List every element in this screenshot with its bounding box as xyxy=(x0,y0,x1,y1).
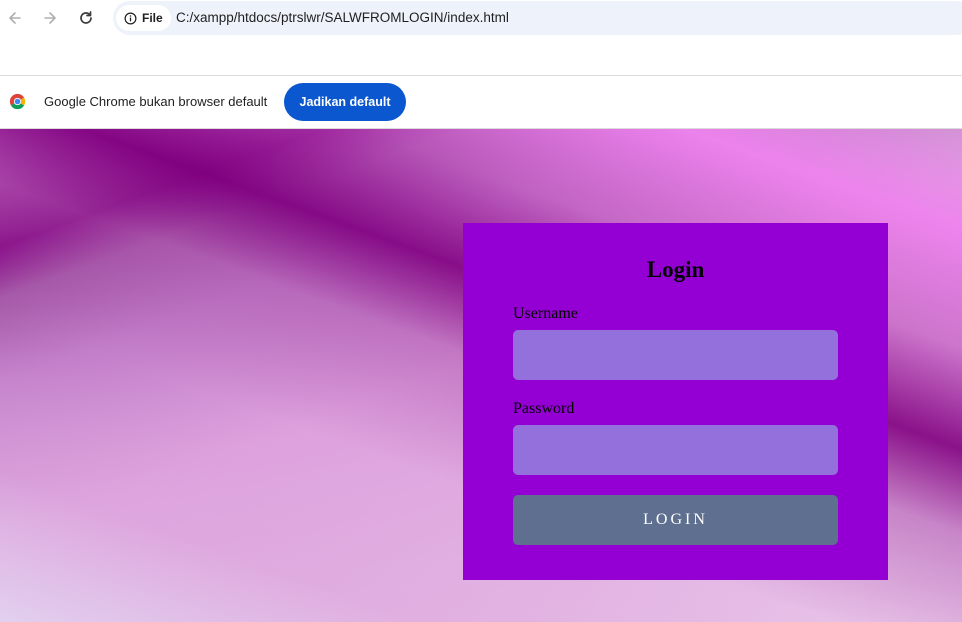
default-browser-infobar: Google Chrome bukan browser default Jadi… xyxy=(0,76,962,128)
reload-icon xyxy=(80,11,92,24)
set-default-button[interactable]: Jadikan default xyxy=(284,83,406,121)
back-button[interactable] xyxy=(3,6,27,30)
page-viewport: Login Username Password LOGIN xyxy=(0,129,962,622)
login-form: Login Username Password LOGIN xyxy=(463,223,888,580)
site-info-chip[interactable]: File xyxy=(116,5,171,31)
reload-button[interactable] xyxy=(74,6,98,30)
info-icon xyxy=(124,12,137,24)
forward-button[interactable] xyxy=(38,6,62,30)
address-bar[interactable]: File C:/xampp/htdocs/ptrslwr/SALWFROMLOG… xyxy=(113,1,962,35)
back-arrow-icon xyxy=(9,12,21,24)
username-label: Username xyxy=(513,305,578,322)
username-input[interactable] xyxy=(513,330,838,380)
login-button[interactable]: LOGIN xyxy=(513,495,838,545)
infobar-message: Google Chrome bukan browser default xyxy=(44,94,268,109)
login-title: Login xyxy=(646,257,705,282)
chrome-logo-icon xyxy=(9,93,26,110)
forward-arrow-icon xyxy=(44,12,56,24)
browser-toolbar: File C:/xampp/htdocs/ptrslwr/SALWFROMLOG… xyxy=(0,0,962,36)
site-chip-label: File xyxy=(142,11,163,25)
url-text[interactable]: C:/xampp/htdocs/ptrslwr/SALWFROMLOGIN/in… xyxy=(176,10,509,25)
password-label: Password xyxy=(513,400,575,417)
password-input[interactable] xyxy=(513,425,838,475)
